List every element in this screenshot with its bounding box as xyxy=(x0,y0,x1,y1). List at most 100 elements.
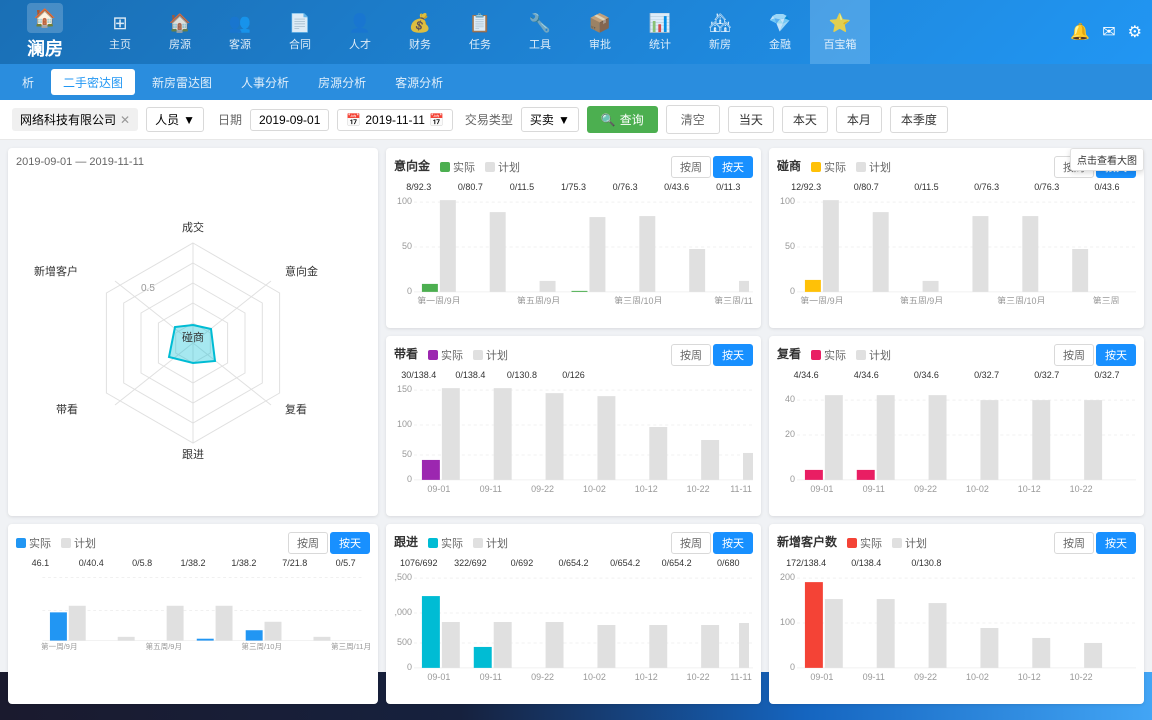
date-start-input[interactable]: 2019-09-01 xyxy=(250,109,329,131)
dankuan-btn-group: 按周 按天 xyxy=(671,344,753,366)
yixiangjin-day-btn[interactable]: 按天 xyxy=(713,156,753,178)
today-button[interactable]: 当天 xyxy=(728,106,774,133)
house-label: 房源 xyxy=(169,36,191,52)
bottom-left-card: 实际 计划 按周 按天 46.1 0/40.4 0/5.8 1/38.2 1/3… xyxy=(8,524,378,704)
svg-text:第三周/10月: 第三周/10月 xyxy=(997,295,1045,304)
radar-svg: 0.5 成交 意向金 新增客户 跟进 带看 复看 碰商 xyxy=(28,198,358,478)
svg-text:第五周/9月: 第五周/9月 xyxy=(517,295,560,304)
genjin-day-btn[interactable]: 按天 xyxy=(713,532,753,554)
svg-text:10-02: 10-02 xyxy=(583,484,606,492)
nav-item-stats[interactable]: 📊统计 xyxy=(630,0,690,64)
nav-item-staff[interactable]: 👤人才 xyxy=(330,0,390,64)
fukan-day-btn[interactable]: 按天 xyxy=(1096,344,1136,366)
ps-actual-label: 实际 xyxy=(824,159,846,175)
nav-item-finance[interactable]: 💰财务 xyxy=(390,0,450,64)
v7: 0/11.3 xyxy=(703,182,753,192)
nav-item-home[interactable]: ⊞主页 xyxy=(90,0,150,64)
svg-text:10-22: 10-22 xyxy=(1070,672,1093,680)
bl-week-btn[interactable]: 按周 xyxy=(288,532,328,554)
xinkehu-title: 新增客户数 xyxy=(777,533,837,550)
logo[interactable]: 🏠 澜房 xyxy=(10,3,80,61)
gold-icon: 💎 xyxy=(769,13,791,34)
sub-nav-item-newhouse[interactable]: 新房雷达图 xyxy=(140,69,224,95)
svg-text:成交: 成交 xyxy=(182,220,204,234)
svg-text:09-11: 09-11 xyxy=(480,672,502,680)
sub-nav-item-hr[interactable]: 人事分析 xyxy=(229,69,301,95)
logo-text: 澜房 xyxy=(27,35,63,61)
svg-text:09-01: 09-01 xyxy=(427,672,450,680)
v5: 0/76.3 xyxy=(600,182,650,192)
bl-legend: 实际 计划 xyxy=(16,535,96,551)
sub-nav-item-customer_analysis[interactable]: 客源分析 xyxy=(383,69,455,95)
nav-item-customer[interactable]: 👥客源 xyxy=(210,0,270,64)
xinkehu-btn-group: 按周 按天 xyxy=(1054,532,1136,554)
person-select[interactable]: 人员 ▼ xyxy=(146,107,204,132)
svg-text:第五周/9月: 第五周/9月 xyxy=(146,641,182,650)
bar-plan-7 xyxy=(739,281,749,292)
bl-day-btn[interactable]: 按天 xyxy=(330,532,370,554)
nav-item-gold[interactable]: 💎 金融 xyxy=(750,0,810,64)
pengshang-legend: 实际 计划 xyxy=(811,159,891,175)
svg-text:0.5: 0.5 xyxy=(141,283,155,294)
genjin-week-btn[interactable]: 按周 xyxy=(671,532,711,554)
bar-actual-4 xyxy=(572,291,588,292)
baobao-label: 百宝箱 xyxy=(824,36,857,52)
dankuan-chart-card: 带看 实际 计划 按周 按天 30/138.4 0/138 xyxy=(386,336,761,516)
nav-item-tools[interactable]: 🔧工具 xyxy=(510,0,570,64)
svg-text:09-11: 09-11 xyxy=(863,484,885,492)
top-nav: 🏠 澜房 ⊞主页🏠房源👥客源📄合同👤人才💰财务📋任务🔧工具📦审批📊统计🏘新房 💎 金… xyxy=(0,0,1152,64)
week-button[interactable]: 本天 xyxy=(782,106,828,133)
date-end-input[interactable]: 📅 2019-11-11 📅 xyxy=(337,109,453,131)
nav-item-task[interactable]: 📋任务 xyxy=(450,0,510,64)
trade-type-select[interactable]: 买卖 ▼ xyxy=(521,107,579,132)
ps-actual-dot xyxy=(811,162,821,172)
svg-text:150: 150 xyxy=(397,384,412,394)
yixiangjin-svg: 100 50 0 xyxy=(394,194,753,304)
svg-text:0: 0 xyxy=(407,474,412,484)
gold-label: 金融 xyxy=(769,36,791,52)
fukan-week-btn[interactable]: 按周 xyxy=(1054,344,1094,366)
nav-item-contract[interactable]: 📄合同 xyxy=(270,0,330,64)
nav-item-baobao[interactable]: ⭐百宝箱 xyxy=(810,0,870,64)
company-tag[interactable]: 网络科技有限公司 ✕ xyxy=(12,108,138,131)
v4: 1/75.3 xyxy=(549,182,599,192)
svg-text:第一周/9月: 第一周/9月 xyxy=(800,295,843,304)
svg-text:第三周: 第三周 xyxy=(1093,295,1120,304)
dankuan-day-btn[interactable]: 按天 xyxy=(713,344,753,366)
quarter-button[interactable]: 本季度 xyxy=(890,106,948,133)
xinkehu-chart-card: 新增客户数 实际 计划 按周 按天 172/138.4 0 xyxy=(769,524,1144,704)
nav-item-newhouse[interactable]: 🏘新房 xyxy=(690,0,750,64)
svg-text:50: 50 xyxy=(402,449,412,459)
svg-text:50: 50 xyxy=(402,241,412,251)
xk-actual-label: 实际 xyxy=(860,535,882,551)
sub-nav-item-other[interactable]: 析 xyxy=(10,69,46,95)
calendar-icon: 📅 xyxy=(346,113,361,127)
xinkehu-week-btn[interactable]: 按周 xyxy=(1054,532,1094,554)
trade-chevron-icon: ▼ xyxy=(558,113,570,127)
company-close-icon[interactable]: ✕ xyxy=(120,113,130,127)
v1: 8/92.3 xyxy=(394,182,444,192)
query-button[interactable]: 🔍 查询 xyxy=(587,106,658,133)
dankuan-week-btn[interactable]: 按周 xyxy=(671,344,711,366)
genjin-values: 1076/692 322/692 0/692 0/654.2 0/654.2 0… xyxy=(394,558,753,568)
clear-button[interactable]: 清空 xyxy=(666,105,720,134)
fukan-btn-group: 按周 按天 xyxy=(1054,344,1136,366)
settings-icon[interactable]: ⚙ xyxy=(1128,22,1142,42)
message-icon[interactable]: ✉ xyxy=(1102,22,1115,42)
month-button[interactable]: 本月 xyxy=(836,106,882,133)
svg-text:10-22: 10-22 xyxy=(687,484,710,492)
yixiangjin-week-btn[interactable]: 按周 xyxy=(671,156,711,178)
sub-nav-item-house_analysis[interactable]: 房源分析 xyxy=(306,69,378,95)
xk-plan-label: 计划 xyxy=(905,535,927,551)
nav-item-batch[interactable]: 📦审批 xyxy=(570,0,630,64)
ps-plan-dot xyxy=(856,162,866,172)
svg-text:10-02: 10-02 xyxy=(583,672,606,680)
notification-icon[interactable]: 🔔 xyxy=(1070,22,1090,42)
yixiangjin-values: 8/92.3 0/80.7 0/11.5 1/75.3 0/76.3 0/43.… xyxy=(394,182,753,192)
gj-actual-dot xyxy=(428,538,438,548)
genjin-chart-card: 跟进 实际 计划 按周 按天 1076/692 322/6 xyxy=(386,524,761,704)
xinkehu-day-btn[interactable]: 按天 xyxy=(1096,532,1136,554)
sub-nav-item-secondhand[interactable]: 二手密达图 xyxy=(51,69,135,95)
nav-item-house[interactable]: 🏠房源 xyxy=(150,0,210,64)
task-label: 任务 xyxy=(469,36,491,52)
